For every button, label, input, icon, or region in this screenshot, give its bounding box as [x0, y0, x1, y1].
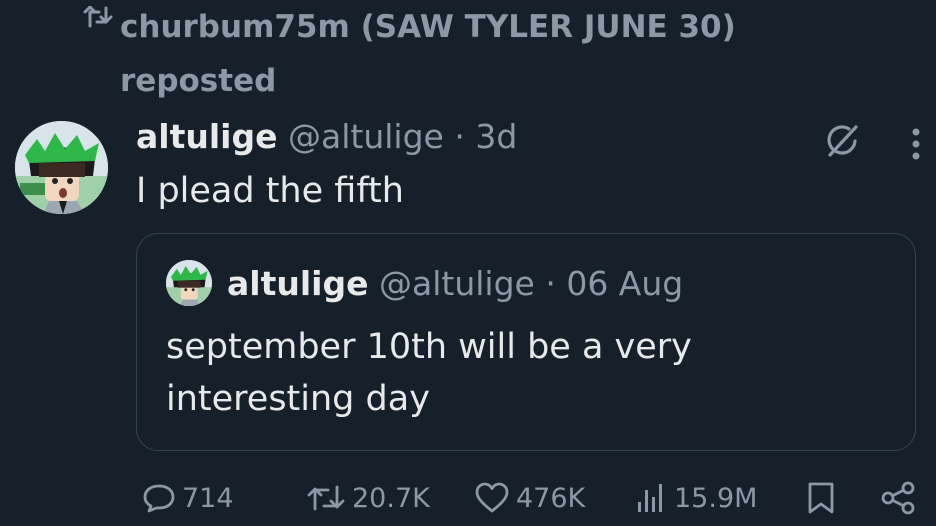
display-name[interactable]: altulige	[136, 117, 277, 156]
bookmark-icon	[806, 481, 836, 515]
like-button[interactable]: 476K	[474, 470, 585, 526]
quote-header: altulige @altulige · 06 Aug	[227, 260, 683, 308]
tweet-text: I plead the fifth	[136, 171, 404, 211]
repost-count: 20.7K	[352, 482, 430, 514]
repost-indicator[interactable]: churbum75m (SAW TYLER JUNE 30) reposted	[76, 0, 820, 108]
like-count: 476K	[516, 482, 586, 514]
share-button[interactable]	[880, 470, 916, 526]
grok-icon[interactable]	[822, 121, 862, 165]
bookmark-button[interactable]	[806, 470, 836, 526]
action-bar: 714 20.7K 476K 15.9M	[0, 470, 936, 526]
quote-user-handle[interactable]: @altulige	[379, 264, 535, 303]
heart-icon	[474, 482, 510, 514]
tweet-header: altulige @altulige · 3d	[136, 112, 517, 162]
quoted-tweet[interactable]: altulige @altulige · 06 Aug september 10…	[136, 233, 916, 451]
more-icon[interactable]	[910, 124, 922, 168]
reply-icon	[142, 483, 176, 513]
quote-display-name[interactable]: altulige	[227, 264, 368, 303]
separator: ·	[454, 117, 465, 156]
view-count: 15.9M	[674, 482, 758, 514]
quote-timestamp[interactable]: 06 Aug	[566, 264, 683, 303]
quote-text: september 10th will be a very interestin…	[166, 327, 692, 419]
views-button[interactable]: 15.9M	[636, 470, 757, 526]
repost-icon	[306, 483, 346, 513]
reply-button[interactable]: 714	[142, 470, 234, 526]
repost-text: churbum75m (SAW TYLER JUNE 30) reposted	[120, 9, 736, 99]
repost-button[interactable]: 20.7K	[306, 470, 430, 526]
avatar[interactable]	[15, 121, 108, 214]
timestamp[interactable]: 3d	[475, 117, 517, 156]
quote-avatar[interactable]	[166, 260, 212, 306]
user-handle[interactable]: @altulige	[288, 117, 444, 156]
share-icon	[880, 481, 916, 515]
reply-count: 714	[182, 482, 234, 514]
quote-separator: ·	[545, 264, 556, 303]
analytics-icon	[636, 482, 668, 514]
repost-icon	[76, 6, 120, 28]
